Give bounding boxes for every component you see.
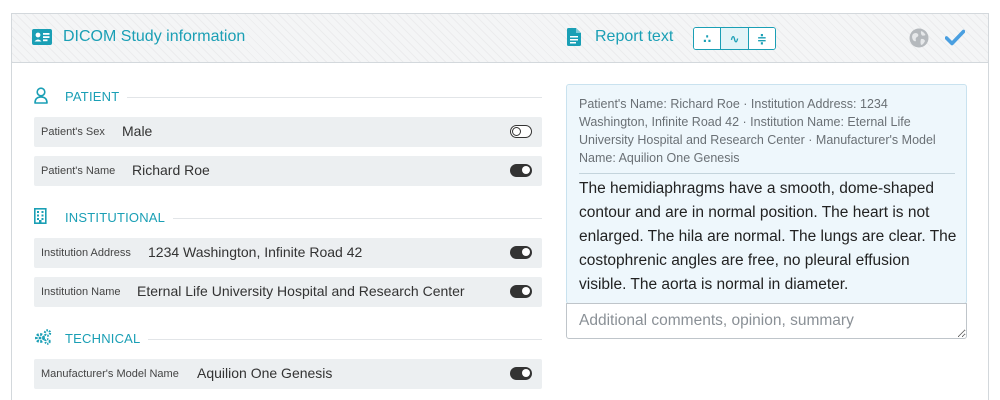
field-institution-name: Institution Name Eternal Life University… [34,277,542,307]
study-info-title: DICOM Study information [63,28,246,45]
report-divider [579,173,955,174]
section-title: TECHNICAL [65,331,149,346]
globe-icon[interactable] [909,28,929,53]
field-label: Institution Name [41,286,121,298]
section-institutional: INSTITUTIONAL [34,207,542,227]
toggle-switch-on[interactable] [510,246,532,259]
toggle-switch-on[interactable] [510,285,532,298]
report-mode-selector: ∴ ∿ ≑ [693,27,776,50]
field-value: Richard Roe [132,162,210,178]
building-icon [34,208,48,229]
id-card-icon [32,29,52,50]
field-manufacturer-model: Manufacturer's Model Name Aquilion One G… [34,359,542,389]
field-value: 1234 Washington, Infinite Road 42 [148,244,363,260]
field-value: Male [122,123,153,139]
mode-equal-button[interactable]: ≑ [748,28,775,49]
cogs-icon [34,329,52,350]
document-icon [567,28,581,51]
field-value: Aquilion One Genesis [197,365,333,381]
field-label: Patient's Name [41,165,116,177]
user-icon [34,87,48,109]
toggle-switch-off[interactable] [510,125,532,138]
toggle-switch-on[interactable] [510,164,532,177]
field-label: Patient's Sex [41,126,105,138]
field-institution-address: Institution Address 1234 Washington, Inf… [34,238,542,268]
section-title: INSTITUTIONAL [65,210,174,225]
study-panel: DICOM Study information Report text ∴ ∿ … [11,13,989,400]
report-metadata: Patient's Name: Richard Roe · Institutio… [579,97,936,165]
field-label: Institution Address [41,247,131,259]
report-body-text: The hemidiaphragms have a smooth, dome-s… [579,180,957,293]
toggle-switch-on[interactable] [510,367,532,380]
section-title: PATIENT [65,89,128,104]
comments-input[interactable] [566,303,967,339]
check-icon[interactable] [944,29,966,51]
field-patient-name: Patient's Name Richard Roe [34,156,542,186]
field-value: Eternal Life University Hospital and Res… [137,283,465,299]
mode-wave-button[interactable]: ∿ [721,28,749,49]
report-text-title: Report text [595,28,674,45]
mode-dots-button[interactable]: ∴ [694,28,722,49]
field-label: Manufacturer's Model Name [41,368,179,380]
field-patient-sex: Patient's Sex Male [34,117,542,147]
panel-header: DICOM Study information Report text ∴ ∿ … [12,14,988,63]
section-technical: TECHNICAL [34,328,542,348]
report-preview: Patient's Name: Richard Roe · Institutio… [566,84,967,304]
section-patient: PATIENT [34,86,542,106]
section-divider [65,97,542,98]
